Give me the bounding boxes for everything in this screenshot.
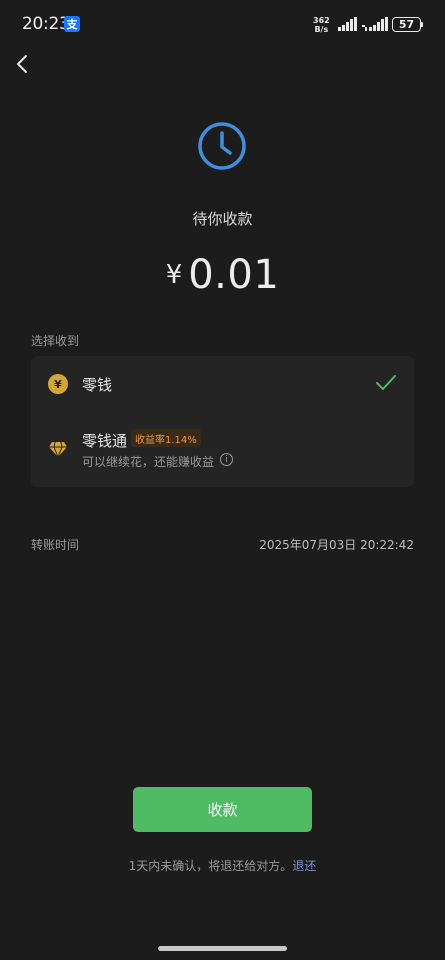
option-balance-label: 零钱 — [82, 376, 113, 394]
diamond-icon — [49, 441, 67, 459]
receive-button[interactable]: 收款 — [133, 787, 312, 832]
clock-icon — [198, 122, 246, 170]
status-time: 20:23 — [22, 14, 70, 34]
signal-strength-icon — [338, 17, 357, 31]
coin-icon: ¥ — [48, 374, 68, 394]
transfer-amount: ¥0.01 — [0, 252, 445, 298]
receive-options-card: ¥ 零钱 零钱通 收益率1.14% 可以继续花，还能赚收益 i — [31, 356, 414, 487]
network-speed: 362 B/s — [313, 16, 330, 34]
battery-tip — [421, 22, 423, 27]
signal-strength-2-icon — [362, 17, 388, 31]
footer-note: 1天内未确认，将退还给对方。退还 — [0, 857, 445, 874]
transfer-time-label: 转账时间 — [31, 538, 80, 552]
check-icon — [376, 375, 396, 390]
option-balance[interactable]: ¥ 零钱 — [31, 356, 414, 412]
return-link[interactable]: 退还 — [292, 859, 316, 873]
footer-note-text: 1天内未确认，将退还给对方。 — [128, 859, 293, 873]
back-button[interactable] — [10, 50, 36, 78]
network-speed-unit: B/s — [314, 25, 329, 34]
option-balance-plus-subtitle: 可以继续花，还能赚收益 — [82, 455, 215, 469]
home-indicator[interactable] — [158, 946, 287, 951]
status-bar: 20:23 支 362 B/s 57 — [0, 0, 445, 50]
network-speed-value: 362 — [313, 16, 330, 25]
chevron-left-icon — [17, 55, 27, 73]
yield-rate-badge: 收益率1.14% — [131, 429, 201, 447]
amount-value: 0.01 — [188, 252, 280, 298]
info-icon[interactable]: i — [220, 453, 233, 466]
transfer-time-value: 2025年07月03日 20:22:42 — [259, 538, 414, 552]
option-balance-plus-label: 零钱通 — [82, 432, 128, 450]
transfer-status-title: 待你收款 — [192, 210, 253, 228]
receive-to-label: 选择收到 — [31, 334, 80, 348]
alipay-notification-icon: 支 — [64, 16, 80, 32]
battery-indicator: 57 — [392, 17, 421, 32]
currency-symbol: ¥ — [165, 260, 183, 290]
